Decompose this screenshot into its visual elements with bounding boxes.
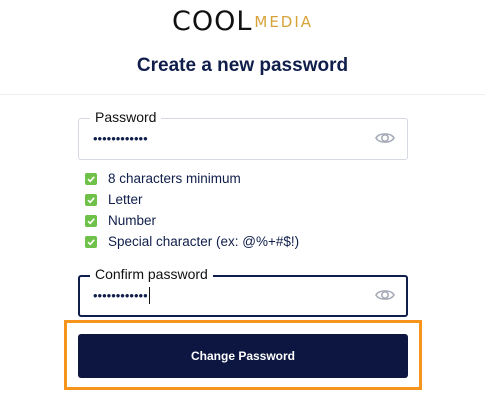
password-field[interactable]: Password •••••••••••• [78,108,408,160]
checkmark-icon [85,235,97,248]
password-field-label: Password [90,108,162,126]
requirement-item: 8 characters minimum [85,168,299,189]
checkmark-icon [85,172,97,185]
logo-primary-text: COOL [171,6,253,37]
eye-icon[interactable] [375,287,395,303]
eye-icon[interactable] [375,130,395,146]
requirement-item: Special character (ex: @%+#$!) [85,231,299,252]
text-caret [148,287,150,304]
requirement-label: 8 characters minimum [108,171,241,186]
confirm-password-field-label: Confirm password [90,265,213,283]
confirm-password-field[interactable]: Confirm password •••••••••••• [78,265,408,317]
requirement-label: Number [108,213,157,228]
requirement-item: Letter [85,189,299,210]
change-password-button[interactable]: Change Password [78,334,408,378]
password-requirements-list: 8 characters minimum Letter Number Speci… [85,168,299,252]
requirement-label: Letter [108,192,143,207]
confirm-password-dots: •••••••••••• [93,288,148,303]
header-divider [0,94,485,95]
logo-secondary-text: MEDIA [254,13,314,31]
requirement-item: Number [85,210,299,231]
confirm-password-input-value[interactable]: •••••••••••• [93,287,150,305]
change-password-page: COOL MEDIA Create a new password Password… [0,0,485,411]
page-title: Create a new password [136,55,349,76]
requirement-label: Special character (ex: @%+#$!) [108,234,300,249]
checkmark-icon [85,214,97,227]
password-input-value[interactable]: •••••••••••• [93,130,148,148]
checkmark-icon [85,193,97,206]
brand-logo: COOL MEDIA [0,8,485,40]
